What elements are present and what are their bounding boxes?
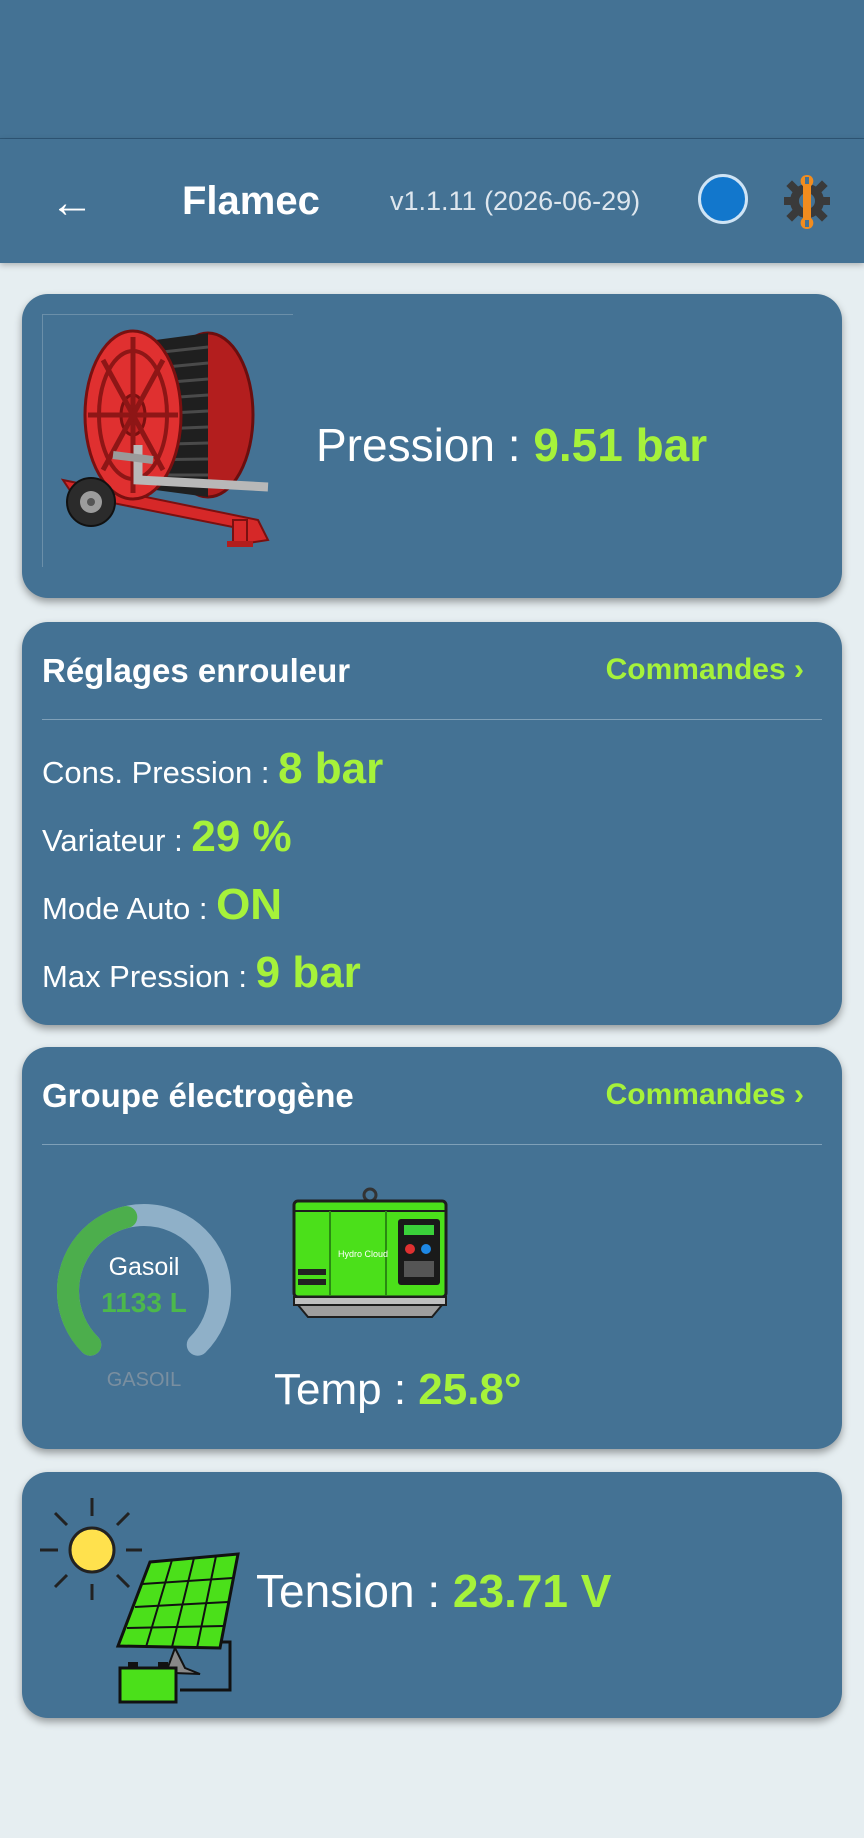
gauge-label: Gasoil [108,1253,180,1281]
app-header: ← Flamec v1.1.11 (2026-06-29) [0,139,864,263]
page-title: Flamec [182,179,320,223]
solar-panel-battery-icon [40,1492,250,1704]
pressure-label: Pression : [316,419,521,471]
setting-row-pressure-setpoint: Cons. Pression : 8 bar [42,744,383,794]
generator-icon: Hydro Cloud [290,1187,450,1322]
status-dot-icon[interactable] [698,174,748,224]
divider [42,1144,822,1145]
setting-row-max-pressure: Max Pression : 9 bar [42,948,361,998]
svg-text:Hydro Cloud: Hydro Cloud [338,1249,388,1259]
temp-value: 25.8° [418,1365,522,1414]
voltage-label: Tension : [256,1565,441,1617]
setting-label: Mode Auto : [42,891,208,926]
setting-value: 29 % [191,812,292,861]
gauge-caption: GASOIL [106,1369,182,1391]
generator-commands-link[interactable]: Commandes › [606,1078,804,1112]
divider [42,719,822,720]
temp-label: Temp : [274,1365,407,1414]
hose-reel-icon [42,314,293,567]
arrow-left-icon[interactable]: ← [50,181,94,225]
setting-value: 8 bar [278,744,384,793]
gauge-value: 1133 L [101,1287,187,1318]
setting-value: ON [216,880,283,929]
app-version: v1.1.11 (2026-06-29) [390,186,641,216]
setting-label: Cons. Pression : [42,755,270,790]
generator-temp-readout: Temp : 25.8° [274,1365,522,1415]
fuel-gauge: Gasoil 1133 L GASOIL [52,1199,236,1391]
solar-card[interactable]: Tension : 23.71 V [22,1472,842,1718]
setting-label: Variateur : [42,823,183,858]
reel-commands-link[interactable]: Commandes › [606,653,804,687]
pressure-readout: Pression : 9.51 bar [316,418,707,472]
generator-card: Groupe électrogène Commandes › Gasoil 11… [22,1047,842,1449]
setting-row-auto-mode: Mode Auto : ON [42,880,282,930]
setting-row-variator: Variateur : 29 % [42,812,292,862]
pressure-value: 9.51 bar [533,419,708,471]
setting-value: 9 bar [255,948,361,997]
voltage-value: 23.71 V [452,1565,612,1617]
reel-settings-card: Réglages enrouleur Commandes › Cons. Pre… [22,622,842,1025]
reel-settings-title: Réglages enrouleur [42,652,351,689]
generator-title: Groupe électrogène [42,1077,354,1114]
gear-wrench-icon[interactable] [782,171,832,231]
hose-reel-card[interactable]: Pression : 9.51 bar [22,294,842,598]
status-bar-area [0,0,864,139]
voltage-readout: Tension : 23.71 V [256,1564,611,1618]
setting-label: Max Pression : [42,959,248,994]
